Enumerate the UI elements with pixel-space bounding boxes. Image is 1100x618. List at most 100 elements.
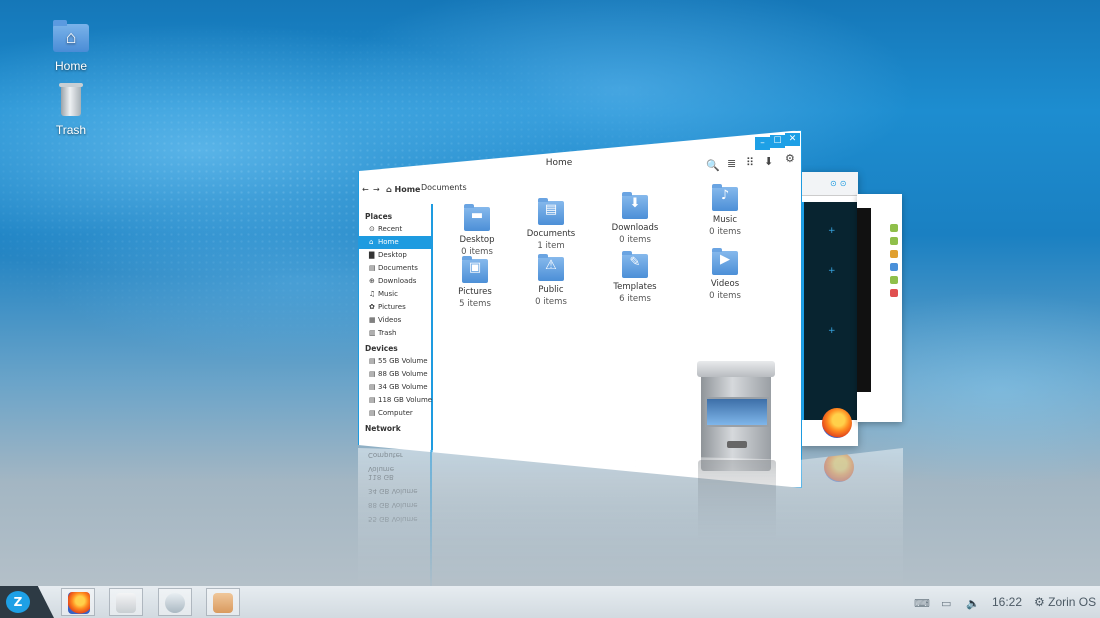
file-item-downloads[interactable]: ⬇ Downloads 0 items — [597, 192, 673, 246]
sidebar-item-music[interactable]: ♫ Music — [359, 288, 431, 301]
documents-icon: ▤ — [369, 264, 376, 272]
file-view: ▬ Desktop 0 items ▤ Documents 1 item ⬇ D… — [437, 184, 801, 487]
computer-icon: ▤ — [369, 409, 376, 417]
desktop-icon-label: Trash — [55, 123, 87, 137]
file-count: 6 items — [619, 294, 651, 304]
sidebar-item-videos[interactable]: ▦ Videos — [359, 314, 431, 327]
drive-icon: ▤ — [369, 383, 376, 391]
forward-button[interactable]: → — [373, 185, 380, 194]
window-reflection: Computer 118 GB Volume 34 GB Volume 88 GB V… — [358, 448, 903, 598]
sidebar-item-device[interactable]: ▤ 88 GB Volume — [359, 368, 431, 381]
back-button[interactable]: ← — [362, 185, 369, 194]
file-item-music[interactable]: ♪ Music 0 items — [687, 184, 763, 238]
desktop-icon-trash[interactable]: Trash — [36, 82, 106, 137]
grid-view-icon[interactable]: ⠿ — [746, 156, 754, 169]
office-sidebar-icons — [890, 224, 900, 416]
folder-videos-icon: ▶ — [712, 248, 738, 275]
drive-icon: ▤ — [369, 370, 376, 378]
sidebar-item-device[interactable]: ▤ 34 GB Volume — [359, 381, 431, 394]
minimize-button[interactable]: – — [755, 137, 770, 150]
sidebar-item-desktop[interactable]: ▇ Desktop — [359, 249, 431, 262]
folder-pictures-icon: ▣ — [462, 256, 488, 283]
recent-icon: ⊙ — [369, 225, 375, 233]
keyboard-icon[interactable]: ⌨ — [914, 597, 930, 610]
window-titlebar[interactable]: Home – ☐ ✕ 🔍 ≣ ⠿ ⬇ ⚙ — [359, 131, 801, 186]
folder-public-icon: ⚠ — [538, 254, 564, 281]
background-window-office[interactable] — [857, 194, 902, 422]
breadcrumb-home[interactable]: ⌂ Home — [386, 185, 420, 194]
zorin-logo-icon: Z — [6, 591, 30, 613]
file-manager-window[interactable]: Home – ☐ ✕ 🔍 ≣ ⠿ ⬇ ⚙ ← → ⌂ Home Document… — [358, 130, 802, 488]
sidebar-item-device[interactable]: ▤ 118 GB Volume — [359, 394, 432, 407]
file-count: 5 items — [459, 299, 491, 309]
sidebar-item-pictures[interactable]: ✿ Pictures — [359, 301, 431, 314]
folder-music-icon: ♪ — [712, 184, 738, 211]
downloads-icon: ⊕ — [369, 277, 375, 285]
sidebar-item-home[interactable]: ⌂ Home — [359, 236, 431, 249]
file-name: Downloads — [611, 223, 659, 233]
file-count: 0 items — [619, 235, 651, 245]
sidebar-section-places: Places — [365, 212, 393, 221]
file-name: Pictures — [458, 287, 492, 297]
taskbar-firefox[interactable] — [61, 588, 95, 616]
sidebar-item-recent[interactable]: ⊙ Recent — [359, 223, 431, 236]
file-count: 0 items — [461, 247, 493, 257]
file-name: Public — [538, 285, 564, 295]
file-item-public[interactable]: ⚠ Public 0 items — [513, 254, 589, 308]
sidebar-section-devices: Devices — [365, 344, 398, 353]
files-icon — [116, 593, 136, 613]
office-dark-panel — [857, 208, 871, 392]
folder-templates-icon: ✎ — [622, 251, 648, 278]
file-count: 0 items — [709, 227, 741, 237]
sidebar-item-documents[interactable]: ▤ Documents — [359, 262, 431, 275]
drive-icon: ▤ — [369, 357, 376, 365]
videos-icon: ▦ — [369, 316, 376, 324]
firefox-icon — [68, 592, 90, 614]
background-window-browser[interactable]: ⊙⊙ + + + — [800, 172, 858, 446]
folder-documents-icon: ▤ — [538, 198, 564, 225]
sidebar-section-network: Network — [365, 424, 401, 433]
download-icon[interactable]: ⬇ — [764, 155, 773, 168]
trash-icon: ▥ — [369, 329, 376, 337]
document-icon — [213, 593, 233, 613]
gear-icon[interactable]: ⚙ — [785, 152, 795, 165]
file-item-videos[interactable]: ▶ Videos 0 items — [687, 248, 763, 302]
file-item-desktop[interactable]: ▬ Desktop 0 items — [439, 204, 515, 258]
file-name: Desktop — [459, 235, 495, 245]
search-icon[interactable]: 🔍 — [706, 159, 720, 172]
desktop-icon-home[interactable]: Home — [36, 18, 106, 73]
volume-icon[interactable]: 🔈 — [966, 597, 980, 610]
software-icon — [165, 593, 185, 613]
breadcrumb-documents[interactable]: Documents — [421, 183, 467, 192]
folder-desktop-icon: ▬ — [464, 204, 490, 231]
battery-icon[interactable]: ▭ — [941, 597, 951, 610]
file-count: 1 item — [537, 241, 565, 251]
sidebar-item-computer[interactable]: ▤ Computer — [359, 407, 431, 420]
home-folder-icon — [52, 18, 90, 56]
file-item-pictures[interactable]: ▣ Pictures 5 items — [437, 256, 513, 310]
file-item-templates[interactable]: ✎ Templates 6 items — [597, 251, 673, 305]
file-count: 0 items — [709, 291, 741, 301]
os-menu[interactable]: ⚙ Zorin OS — [1034, 595, 1096, 609]
music-icon: ♫ — [369, 290, 376, 298]
file-name: Documents — [526, 229, 576, 239]
sidebar-item-trash[interactable]: ▥ Trash — [359, 327, 431, 340]
sidebar-item-downloads[interactable]: ⊕ Downloads — [359, 275, 431, 288]
maximize-button[interactable]: ☐ — [770, 135, 785, 148]
sidebar: Places ⊙ Recent ⌂ Home ▇ Desktop ▤ Documents… — [359, 204, 433, 487]
folder-downloads-icon: ⬇ — [622, 192, 648, 219]
taskbar-software[interactable] — [158, 588, 192, 616]
clock[interactable]: 16:22 — [992, 595, 1022, 609]
pictures-icon: ✿ — [369, 303, 375, 311]
file-name: Templates — [613, 282, 657, 292]
close-button[interactable]: ✕ — [785, 133, 800, 146]
taskbar-files[interactable] — [109, 588, 143, 616]
file-cabinet-icon — [697, 361, 775, 471]
file-name: Videos — [710, 279, 740, 289]
list-view-icon[interactable]: ≣ — [727, 157, 736, 170]
taskbar-document[interactable] — [206, 588, 240, 616]
desktop-icon: ▇ — [369, 251, 375, 259]
sidebar-item-device[interactable]: ▤ 55 GB Volume — [359, 355, 431, 368]
file-item-documents[interactable]: ▤ Documents 1 item — [513, 198, 589, 252]
drive-icon: ▤ — [369, 396, 376, 404]
